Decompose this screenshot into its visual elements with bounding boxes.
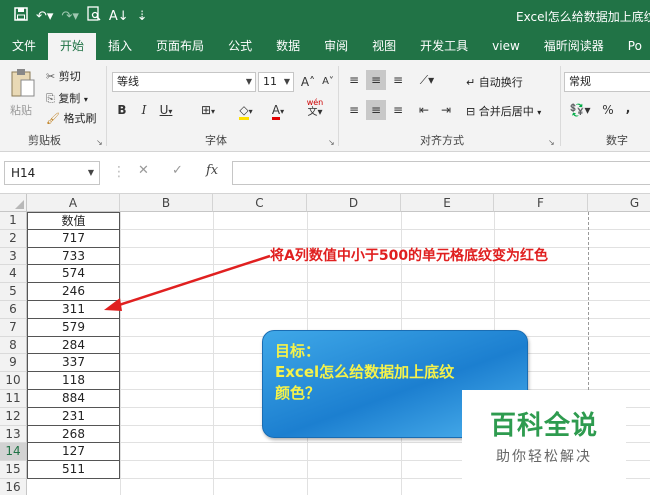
comma-button[interactable]: , bbox=[618, 98, 638, 118]
copy-icon: ⎘ bbox=[46, 92, 55, 105]
quick-access-toolbar: ↶▾ ↷▾ A↓ ⇣ bbox=[14, 6, 148, 27]
wrap-text-icon: ↵ bbox=[466, 76, 476, 89]
borders-button[interactable]: ⊞▾ bbox=[194, 100, 222, 120]
tab-view[interactable]: 视图 bbox=[360, 32, 408, 60]
tab-file[interactable]: 文件 bbox=[0, 32, 48, 60]
customize-icon[interactable]: ⇣ bbox=[137, 8, 148, 26]
italic-button[interactable]: I bbox=[134, 100, 154, 120]
grow-font-button[interactable]: A˄ bbox=[298, 72, 318, 92]
brush-icon: 🖌 bbox=[46, 112, 60, 125]
tab-review[interactable]: 审阅 bbox=[312, 32, 360, 60]
undo-icon[interactable]: ↶▾ bbox=[36, 8, 53, 26]
cut-button[interactable]: ✂ 剪切 bbox=[46, 68, 81, 84]
tab-formulas[interactable]: 公式 bbox=[216, 32, 264, 60]
scissors-icon: ✂ bbox=[46, 70, 56, 83]
tab-home[interactable]: 开始 bbox=[48, 33, 97, 60]
formula-bar: H14 ▼ ⋮ ✕ ✓ fx bbox=[0, 152, 650, 194]
save-icon[interactable] bbox=[14, 6, 28, 27]
goal-line-1: 目标： bbox=[275, 342, 321, 360]
font-color-button[interactable]: A▾ bbox=[264, 100, 292, 120]
watermark-logo: 百科全说 助你轻松解决 bbox=[462, 390, 626, 495]
paste-button[interactable]: 粘贴 bbox=[6, 66, 40, 126]
copy-button[interactable]: ⎘ 复制 ▾ bbox=[46, 90, 88, 106]
paste-label: 粘贴 bbox=[10, 104, 32, 117]
tab-view-en[interactable]: view bbox=[480, 32, 532, 60]
align-middle-icon[interactable]: ≡ bbox=[366, 70, 386, 90]
goal-line-2: Excel怎么给数据加上底纹 bbox=[275, 363, 455, 381]
tab-insert[interactable]: 插入 bbox=[96, 32, 144, 60]
format-painter-label: 格式刷 bbox=[63, 112, 97, 125]
watermark-main: 百科全说 bbox=[489, 411, 598, 441]
paste-icon bbox=[11, 69, 35, 97]
grip-icon: ⋮ bbox=[112, 164, 126, 180]
document-title: Excel怎么给数据加上底纹颜 bbox=[516, 10, 650, 24]
alignment-group-label: 对齐方式 bbox=[420, 134, 464, 147]
tab-page-layout[interactable]: 页面布局 bbox=[144, 32, 216, 60]
align-top-icon[interactable]: ≡ bbox=[344, 70, 364, 90]
accounting-format-icon[interactable]: 💱▾ bbox=[566, 100, 594, 120]
merge-cells-icon: ⊟ bbox=[466, 105, 476, 118]
underline-button[interactable]: U▾ bbox=[156, 100, 176, 120]
sort-icon[interactable]: A↓ bbox=[109, 8, 129, 26]
decrease-indent-icon[interactable]: ⇤ bbox=[414, 100, 434, 120]
cut-label: 剪切 bbox=[58, 70, 81, 83]
number-group-label: 数字 bbox=[606, 134, 628, 147]
ribbon-tabs: 文件 开始 插入 页面布局 公式 数据 审阅 视图 开发工具 view 福昕阅读… bbox=[0, 32, 650, 60]
increase-indent-icon[interactable]: ⇥ bbox=[436, 100, 456, 120]
percent-button[interactable]: % bbox=[598, 100, 618, 120]
wrap-text-button[interactable]: ↵ 自动换行 bbox=[466, 74, 523, 90]
insert-function-icon[interactable]: fx bbox=[206, 163, 218, 178]
enter-icon[interactable]: ✓ bbox=[172, 163, 183, 178]
align-right-icon[interactable]: ≡ bbox=[388, 100, 408, 120]
format-painter-button[interactable]: 🖌 格式刷 bbox=[46, 110, 96, 126]
borders-icon: ⊞ bbox=[200, 103, 212, 117]
font-launcher-icon[interactable]: ↘ bbox=[328, 138, 335, 147]
watermark-sub: 助你轻松解决 bbox=[496, 449, 592, 465]
worksheet-grid[interactable]: A B C D E F G 1 数值 2 717 3 733 4 574 5 246 6 311 7 57… bbox=[0, 194, 650, 495]
name-box[interactable]: H14 ▼ bbox=[4, 161, 100, 185]
tab-po[interactable]: Po bbox=[616, 32, 650, 60]
align-center-icon[interactable]: ≡ bbox=[366, 100, 386, 120]
align-bottom-icon[interactable]: ≡ bbox=[388, 70, 408, 90]
fill-color-button[interactable]: ◇▾ bbox=[232, 100, 260, 120]
alignment-launcher-icon[interactable]: ↘ bbox=[548, 138, 555, 147]
paint-bucket-icon: ◇ bbox=[239, 103, 249, 120]
bold-button[interactable]: B bbox=[112, 100, 132, 120]
redo-icon[interactable]: ↷▾ bbox=[61, 8, 78, 26]
align-left-icon[interactable]: ≡ bbox=[344, 100, 364, 120]
phonetic-button[interactable]: wén 文▾ bbox=[302, 98, 328, 118]
ribbon-home: 粘贴 ✂ 剪切 ⎘ 复制 ▾ 🖌 格式刷 剪贴板 ↘ 等线 ▼ 11 ▼ A˄ A˅… bbox=[0, 60, 650, 152]
font-size-select[interactable]: 11 ▼ bbox=[258, 72, 294, 92]
title-bar: ↶▾ ↷▾ A↓ ⇣ Excel怎么给数据加上底纹颜 bbox=[0, 0, 650, 32]
formula-input[interactable] bbox=[232, 161, 650, 185]
tab-developer[interactable]: 开发工具 bbox=[408, 32, 480, 60]
number-format-select[interactable]: 常规 bbox=[564, 72, 650, 92]
copy-label: 复制 bbox=[58, 92, 81, 105]
clipboard-launcher-icon[interactable]: ↘ bbox=[96, 138, 103, 147]
print-preview-icon[interactable] bbox=[87, 6, 101, 27]
tab-foxit-reader[interactable]: 福昕阅读器 bbox=[532, 32, 616, 60]
orientation-icon[interactable]: ⟋▾ bbox=[414, 70, 440, 90]
tab-data[interactable]: 数据 bbox=[264, 32, 312, 60]
clipboard-group-label: 剪贴板 bbox=[28, 134, 61, 147]
merge-center-button[interactable]: ⊟ 合并后居中 ▾ bbox=[466, 103, 541, 119]
font-group-label: 字体 bbox=[205, 134, 227, 147]
shrink-font-button[interactable]: A˅ bbox=[318, 72, 338, 92]
cancel-icon[interactable]: ✕ bbox=[138, 163, 149, 178]
font-name-select[interactable]: 等线 ▼ bbox=[112, 72, 256, 92]
